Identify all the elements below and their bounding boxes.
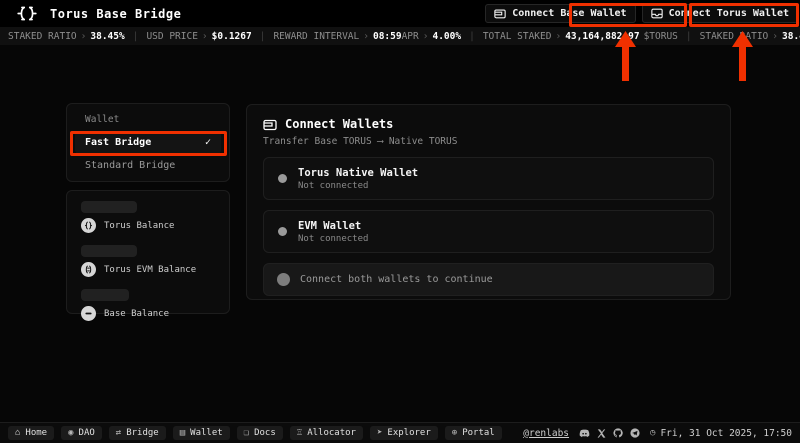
ticker-value: 38.45% bbox=[782, 31, 800, 42]
status-dot-icon bbox=[277, 273, 290, 286]
ticker-value: 38.45% bbox=[90, 31, 124, 42]
torus-wallet-icon bbox=[651, 8, 663, 19]
footer-nav-dao[interactable]: ◉DAO bbox=[61, 426, 102, 440]
wallet-icon bbox=[263, 118, 277, 131]
discord-icon[interactable] bbox=[579, 429, 590, 438]
footer-nav-bridge[interactable]: ⇄Bridge bbox=[109, 426, 166, 440]
ticker-label: APR bbox=[402, 31, 419, 42]
torus-icon bbox=[81, 218, 96, 233]
balance-item: Torus Balance bbox=[81, 201, 215, 233]
balance-skeleton bbox=[81, 289, 129, 301]
balance-skeleton bbox=[81, 245, 137, 257]
wallet-name: EVM Wallet bbox=[298, 220, 368, 232]
ticker-value: $0.1267 bbox=[212, 31, 252, 42]
nav-item-fast-bridge[interactable]: Fast Bridge ✓ bbox=[75, 131, 221, 154]
connect-base-wallet-button[interactable]: Connect Base Wallet bbox=[485, 4, 635, 23]
panel-subtitle: Transfer Base TORUS ⟶ Native TORUS bbox=[263, 136, 714, 147]
balance-label: Torus EVM Balance bbox=[104, 265, 196, 275]
torus-bridge-app: Torus Base Bridge Connect Base Wallet bbox=[0, 0, 800, 443]
base-icon bbox=[81, 306, 96, 321]
ticker-label: REWARD INTERVAL bbox=[273, 31, 359, 42]
ticker-label: TOTAL STAKED bbox=[483, 31, 552, 42]
github-icon[interactable] bbox=[613, 428, 623, 438]
nav-group-label: Wallet bbox=[75, 112, 221, 131]
footer-nav-wallet[interactable]: ▤Wallet bbox=[173, 426, 230, 440]
balance-label: Base Balance bbox=[104, 309, 169, 319]
balance-item: Torus EVM Balance bbox=[81, 245, 215, 277]
status-dot-icon bbox=[278, 174, 287, 183]
torus-native-wallet-row[interactable]: Torus Native Wallet Not connected bbox=[263, 157, 714, 200]
connect-torus-wallet-label: Connect Torus Wallet bbox=[669, 8, 789, 19]
footer-nav: ⌂Home ◉DAO ⇄Bridge ▤Wallet ❏Docs ♖Alloca… bbox=[8, 426, 502, 440]
ticker-label: STAKED RATIO bbox=[8, 31, 77, 42]
ticker-value: 4.00% bbox=[432, 31, 461, 42]
datetime: ◷ Fri, 31 Oct 2025, 17:50 bbox=[650, 428, 792, 439]
evm-wallet-row[interactable]: EVM Wallet Not connected bbox=[263, 210, 714, 253]
ticker-segment: APR›4.00% | TOTAL STAKED›43,164,882.97$T… bbox=[402, 31, 800, 42]
wallet-status: Not connected bbox=[298, 181, 418, 191]
dao-icon: ◉ bbox=[68, 428, 73, 438]
nav-item-label: Standard Bridge bbox=[85, 160, 175, 171]
telegram-icon[interactable] bbox=[630, 428, 640, 438]
footer-nav-home[interactable]: ⌂Home bbox=[8, 426, 54, 440]
footer-nav-docs[interactable]: ❏Docs bbox=[237, 426, 283, 440]
balance-item: Base Balance bbox=[81, 289, 215, 321]
torus-logo-icon bbox=[14, 6, 40, 21]
balance-skeleton bbox=[81, 201, 137, 213]
x-icon[interactable] bbox=[597, 429, 606, 438]
wallet-status: Not connected bbox=[298, 234, 368, 244]
ticker-value: 43,164,882.97 bbox=[565, 31, 639, 42]
footer-nav-portal[interactable]: ⊕Portal bbox=[445, 426, 502, 440]
panel-title: Connect Wallets bbox=[285, 117, 393, 131]
clock-icon: ◷ bbox=[650, 428, 655, 438]
renlabs-link[interactable]: @renlabs bbox=[523, 428, 569, 439]
check-icon: ✓ bbox=[205, 137, 211, 148]
page-title: Torus Base Bridge bbox=[50, 7, 181, 21]
balances-card: Torus Balance Torus EVM Balance bbox=[66, 190, 230, 314]
cta-label: Connect both wallets to continue bbox=[300, 274, 493, 285]
footer-nav-allocator[interactable]: ♖Allocator bbox=[290, 426, 363, 440]
bridge-icon: ⇄ bbox=[116, 428, 121, 438]
footer-nav-explorer[interactable]: ➤Explorer bbox=[370, 426, 438, 440]
wallet-icon: ▤ bbox=[180, 428, 185, 438]
wallet-actions: Connect Base Wallet Connect Torus Wallet bbox=[485, 0, 798, 27]
allocator-icon: ♖ bbox=[297, 428, 302, 438]
explorer-icon: ➤ bbox=[377, 428, 382, 438]
bottom-bar: ⌂Home ◉DAO ⇄Bridge ▤Wallet ❏Docs ♖Alloca… bbox=[0, 422, 800, 443]
ticker-unit: $TORUS bbox=[644, 31, 678, 42]
connect-torus-wallet-button[interactable]: Connect Torus Wallet bbox=[642, 4, 798, 23]
social-icons bbox=[579, 428, 640, 438]
portal-icon: ⊕ bbox=[452, 428, 457, 438]
torus-evm-icon bbox=[81, 262, 96, 277]
nav-item-label: Fast Bridge bbox=[85, 137, 151, 148]
wallet-name: Torus Native Wallet bbox=[298, 167, 418, 179]
ticker-segment: STAKED RATIO›38.45% | USD PRICE›$0.1267 … bbox=[8, 31, 402, 42]
docs-icon: ❏ bbox=[244, 428, 249, 438]
connect-both-wallets-button[interactable]: Connect both wallets to continue bbox=[263, 263, 714, 296]
status-dot-icon bbox=[278, 227, 287, 236]
bridge-nav-card: Wallet Fast Bridge ✓ Standard Bridge bbox=[66, 103, 230, 182]
connect-base-wallet-label: Connect Base Wallet bbox=[512, 8, 626, 19]
nav-item-standard-bridge[interactable]: Standard Bridge bbox=[75, 154, 221, 177]
ticker-label: USD PRICE bbox=[146, 31, 197, 42]
base-wallet-icon bbox=[494, 8, 506, 19]
stats-ticker: STAKED RATIO›38.45% | USD PRICE›$0.1267 … bbox=[0, 27, 800, 45]
balance-label: Torus Balance bbox=[104, 221, 174, 231]
top-bar: Torus Base Bridge Connect Base Wallet bbox=[0, 0, 800, 27]
home-icon: ⌂ bbox=[15, 428, 20, 438]
connect-wallets-panel: Connect Wallets Transfer Base TORUS ⟶ Na… bbox=[246, 104, 731, 300]
ticker-value: 08:59 bbox=[373, 31, 402, 42]
ticker-label: STAKED RATIO bbox=[700, 31, 769, 42]
